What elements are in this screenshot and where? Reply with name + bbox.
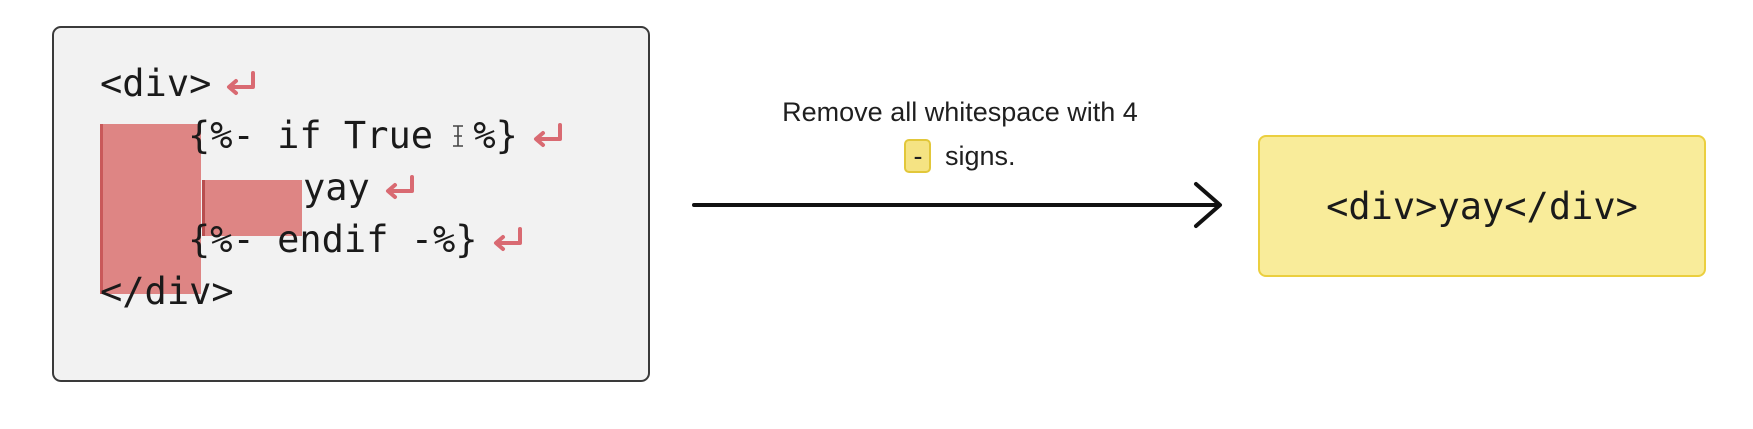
caption-line-2: - signs. [700, 134, 1220, 178]
result-panel: <div>yay</div> [1258, 135, 1706, 277]
code-text-if-start: {%- if True [188, 114, 456, 157]
code-line-5: </div> [100, 270, 234, 314]
text-cursor-icon [453, 125, 464, 147]
return-arrow-icon [227, 71, 256, 95]
code-text-if-end: %} [473, 114, 518, 157]
code-text-div-open: <div> [100, 62, 212, 105]
code-line-3: yay [303, 166, 420, 210]
dash-chip: - [904, 139, 932, 173]
caption: Remove all whitespace with 4 - signs. [700, 90, 1220, 178]
caption-line-1: Remove all whitespace with 4 [782, 97, 1138, 127]
code-line-2: {%- if True %} [188, 114, 568, 158]
code-panel: <div> {%- if True %} yay {%- endif -%} <… [52, 26, 650, 382]
code-line-1: <div> [100, 62, 261, 106]
caption-signs: signs. [944, 141, 1016, 171]
code-text-yay: yay [303, 166, 370, 209]
right-arrow-icon [692, 182, 1222, 228]
code-line-4: {%- endif -%} [188, 218, 528, 262]
return-arrow-icon [385, 175, 414, 199]
code-text-div-close: </div> [100, 270, 234, 313]
return-arrow-icon [493, 227, 522, 251]
return-arrow-icon [533, 123, 562, 147]
code-text-endif: {%- endif -%} [188, 218, 478, 261]
whitespace-highlight-indent [100, 124, 201, 294]
result-code: <div>yay</div> [1326, 184, 1638, 228]
